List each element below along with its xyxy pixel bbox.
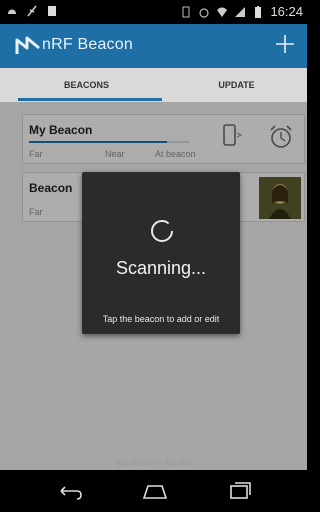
notification-icon	[8, 9, 16, 14]
progress-spinner-icon	[151, 220, 173, 242]
scanning-dialog[interactable]: Scanning... Tap the beacon to add or edi…	[82, 172, 240, 334]
alarm-icon	[199, 7, 210, 18]
tab-bar: BEACONS UPDATE	[0, 68, 307, 102]
tab-update[interactable]: UPDATE	[160, 68, 313, 102]
tab-indicator	[18, 98, 162, 101]
wifi-icon	[217, 7, 228, 17]
scanning-title: Scanning...	[115, 258, 207, 278]
recent-apps-icon[interactable]	[225, 480, 255, 502]
status-bar: 16:24	[0, 0, 307, 24]
app-bar: nRF Beacon	[0, 24, 307, 68]
navigation-bar	[0, 470, 307, 512]
scanning-hint: Tap the beacon to add or edit	[102, 314, 220, 324]
usb-icon	[27, 5, 37, 17]
app-title: nRF Beacon	[42, 36, 133, 53]
home-icon[interactable]	[140, 480, 170, 502]
back-icon[interactable]	[55, 480, 85, 502]
status-time: 16:24	[270, 4, 303, 19]
plus-icon[interactable]	[273, 32, 297, 56]
battery-icon	[255, 5, 262, 18]
sd-card-icon	[48, 6, 56, 16]
tab-beacons[interactable]: BEACONS	[10, 68, 163, 102]
status-left-icons	[6, 4, 58, 18]
vibrate-icon	[182, 6, 190, 17]
nordic-logo-icon	[15, 36, 40, 54]
status-right-icons: 16:24	[180, 4, 303, 19]
signal-icon	[235, 6, 246, 17]
footer-brand: Wireless by Nordic	[115, 458, 191, 468]
